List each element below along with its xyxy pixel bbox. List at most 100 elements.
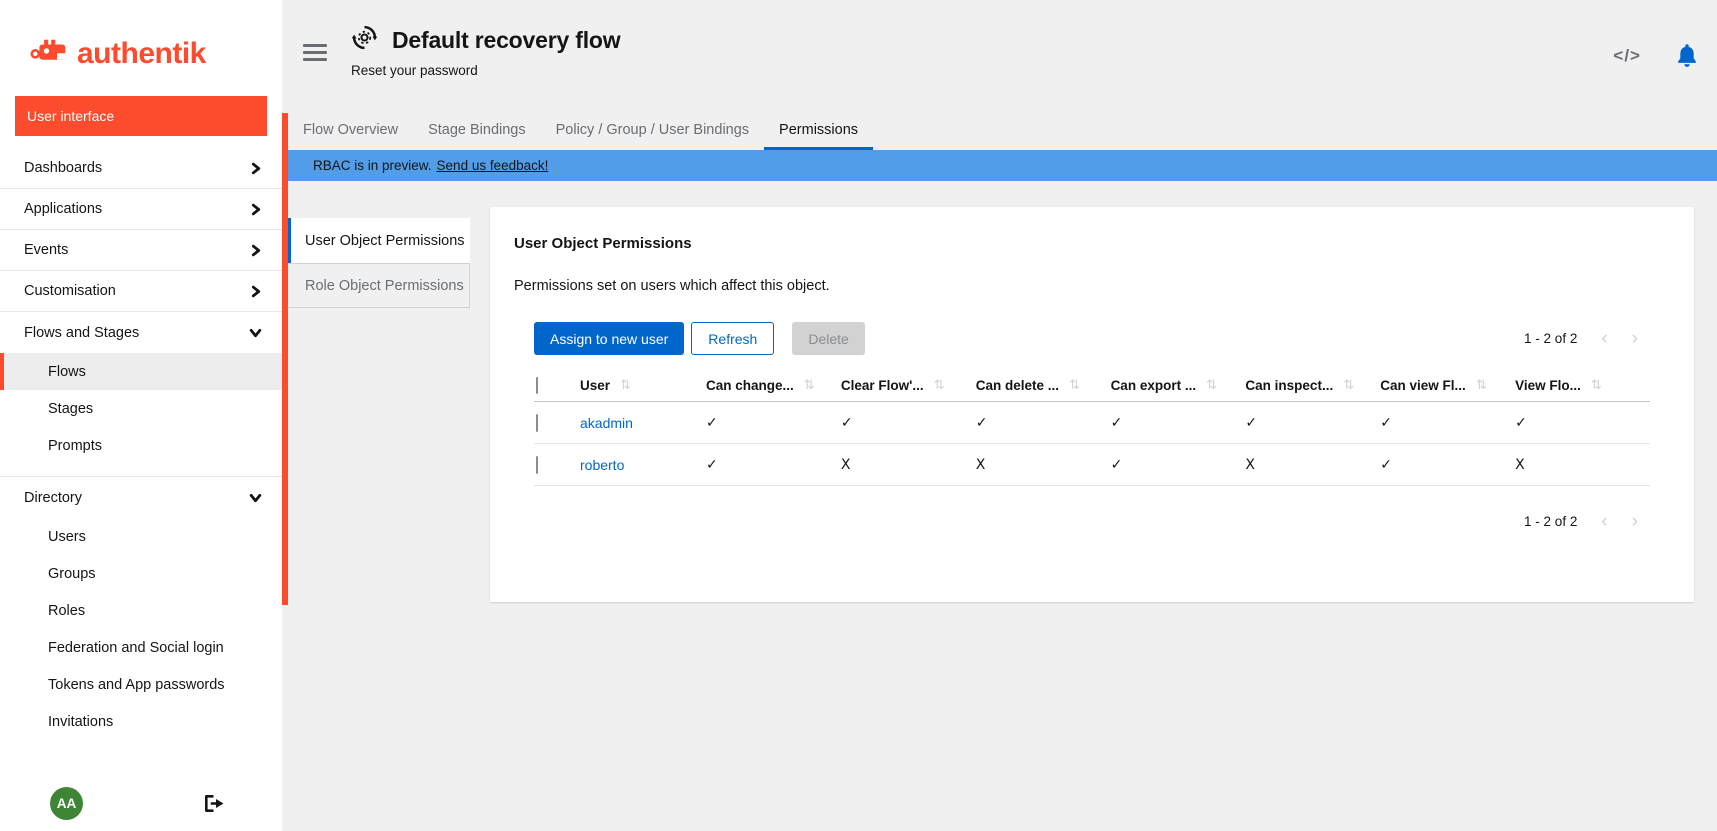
card-title: User Object Permissions <box>514 235 1670 252</box>
sidebar-item-directory[interactable]: Directory <box>0 477 282 518</box>
column-header: Clear Flow'... <box>841 378 924 393</box>
sidebar-item-applications[interactable]: Applications <box>0 189 282 230</box>
column-header: View Flo... <box>1515 378 1581 393</box>
sidebar-item-customisation[interactable]: Customisation <box>0 271 282 312</box>
sort-icon[interactable]: ⇅ <box>1069 378 1080 393</box>
perm-value: ✓ <box>1111 415 1246 431</box>
chevron-right-icon <box>249 203 262 216</box>
pagination-label: 1 - 2 of 2 <box>1524 331 1577 346</box>
sort-icon[interactable]: ⇅ <box>1343 378 1354 393</box>
perm-value: ✓ <box>706 415 841 431</box>
user-object-permissions-card: User Object Permissions Permissions set … <box>490 207 1694 602</box>
perm-value: ✓ <box>1380 415 1515 431</box>
permissions-content: User Object Permissions Role Object Perm… <box>288 181 1717 602</box>
page-title: Default recovery flow <box>392 27 620 54</box>
tab-stage-bindings[interactable]: Stage Bindings <box>413 113 541 150</box>
sidebar-item-invitations[interactable]: Invitations <box>0 703 282 740</box>
perm-value: X <box>976 457 1111 473</box>
row-checkbox[interactable] <box>536 456 538 474</box>
pagination-bottom-wrap: 1 - 2 of 2 ‹ › <box>534 512 1650 531</box>
perm-value: ✓ <box>1515 415 1650 431</box>
api-code-icon[interactable]: </> <box>1613 46 1641 66</box>
sidebar-item-flows-and-stages[interactable]: Flows and Stages <box>0 312 282 353</box>
chevron-right-icon <box>249 244 262 257</box>
pagination-prev-icon[interactable]: ‹ <box>1589 329 1619 348</box>
sidebar-item-label: Flows and Stages <box>24 325 139 341</box>
sort-icon[interactable]: ⇅ <box>934 378 945 393</box>
row-checkbox[interactable] <box>536 414 538 432</box>
table-section: Assign to new user Refresh Delete 1 - 2 … <box>534 322 1650 531</box>
sidebar: authentik User interface Dashboards Appl… <box>0 0 282 831</box>
brand-logo[interactable]: authentik <box>30 36 282 72</box>
perm-value: X <box>1245 457 1380 473</box>
user-link[interactable]: roberto <box>580 457 624 473</box>
perm-value: ✓ <box>976 415 1111 431</box>
refresh-button[interactable]: Refresh <box>691 322 774 355</box>
sidebar-item-label: Applications <box>24 201 102 217</box>
table-row: akadmin ✓ ✓ ✓ ✓ ✓ ✓ ✓ <box>534 402 1650 444</box>
sidebar-item-prompts[interactable]: Prompts <box>0 427 282 464</box>
card-description: Permissions set on users which affect th… <box>514 278 1670 294</box>
perm-value: ✓ <box>1380 457 1515 473</box>
sidebar-item-tokens[interactable]: Tokens and App passwords <box>0 666 282 703</box>
pagination-prev-icon[interactable]: ‹ <box>1589 512 1619 531</box>
chevron-right-icon <box>249 285 262 298</box>
column-header: Can export ... <box>1111 378 1197 393</box>
select-all-checkbox[interactable] <box>536 377 538 394</box>
sidebar-item-dashboards[interactable]: Dashboards <box>0 148 282 189</box>
sidebar-item-users[interactable]: Users <box>0 518 282 555</box>
tab-policy-group-user-bindings[interactable]: Policy / Group / User Bindings <box>541 113 764 150</box>
column-header: Can change... <box>706 378 794 393</box>
title-block: Default recovery flow Reset your passwor… <box>351 24 620 78</box>
pagination-next-icon[interactable]: › <box>1620 512 1650 531</box>
user-link[interactable]: akadmin <box>580 415 633 431</box>
tab-flow-overview[interactable]: Flow Overview <box>288 113 413 150</box>
sidebar-item-label: Directory <box>24 490 82 506</box>
avatar[interactable]: AA <box>50 787 83 820</box>
chevron-down-icon <box>249 491 262 504</box>
sidebar-user-row: AA <box>0 781 282 825</box>
perm-value: ✓ <box>706 457 841 473</box>
sort-icon[interactable]: ⇅ <box>1476 378 1487 393</box>
pagination-label: 1 - 2 of 2 <box>1524 514 1577 529</box>
column-header: Can delete ... <box>976 378 1059 393</box>
subtab-user-object-permissions[interactable]: User Object Permissions <box>288 218 470 263</box>
page-subtitle: Reset your password <box>351 63 620 78</box>
chevron-down-icon <box>249 326 262 339</box>
authentik-logo-icon <box>30 36 70 72</box>
sort-icon[interactable]: ⇅ <box>1206 378 1217 393</box>
table-toolbar: Assign to new user Refresh Delete 1 - 2 … <box>534 322 1650 355</box>
sidebar-nav: Dashboards Applications Events Customisa… <box>0 148 282 740</box>
logout-icon[interactable] <box>205 795 224 812</box>
sort-icon[interactable]: ⇅ <box>804 378 815 393</box>
perm-value: X <box>841 457 976 473</box>
hamburger-menu-icon[interactable] <box>303 44 327 61</box>
sidebar-item-label: Customisation <box>24 283 116 299</box>
sort-icon[interactable]: ⇅ <box>1591 378 1602 393</box>
permissions-table: User⇅ Can change...⇅ Clear Flow'...⇅ Can… <box>534 369 1650 486</box>
pagination-next-icon[interactable]: › <box>1620 329 1650 348</box>
main-area: Default recovery flow Reset your passwor… <box>288 0 1717 831</box>
subtab-role-object-permissions[interactable]: Role Object Permissions <box>288 263 470 308</box>
tab-permissions[interactable]: Permissions <box>764 113 873 150</box>
header-icons: </> <box>1613 44 1717 67</box>
perm-value: ✓ <box>1245 415 1380 431</box>
sidebar-item-label: Dashboards <box>24 160 102 176</box>
feedback-link[interactable]: Send us feedback! <box>437 158 549 173</box>
sidebar-item-flows[interactable]: Flows <box>0 353 282 390</box>
brand-wordmark: authentik <box>77 37 206 71</box>
sidebar-item-stages[interactable]: Stages <box>0 390 282 427</box>
pagination-top: 1 - 2 of 2 ‹ › <box>1524 329 1650 348</box>
notification-bell-icon[interactable] <box>1677 44 1697 67</box>
sidebar-item-federation[interactable]: Federation and Social login <box>0 629 282 666</box>
permission-subtabs: User Object Permissions Role Object Perm… <box>288 218 470 308</box>
sidebar-item-groups[interactable]: Groups <box>0 555 282 592</box>
sidebar-item-user-interface[interactable]: User interface <box>15 96 267 136</box>
perm-value: ✓ <box>1111 457 1246 473</box>
sidebar-item-label: Events <box>24 242 68 258</box>
sort-icon[interactable]: ⇅ <box>620 378 631 393</box>
sidebar-item-events[interactable]: Events <box>0 230 282 271</box>
assign-to-new-user-button[interactable]: Assign to new user <box>534 322 684 355</box>
sidebar-item-roles[interactable]: Roles <box>0 592 282 629</box>
rbac-preview-banner: RBAC is in preview. Send us feedback! <box>288 150 1717 181</box>
